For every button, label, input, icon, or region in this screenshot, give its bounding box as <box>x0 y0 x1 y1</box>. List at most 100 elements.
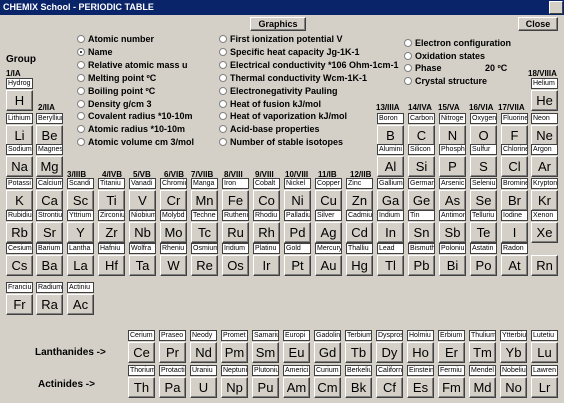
element-cell-pb[interactable]: Bismuth Pb <box>408 243 435 277</box>
element-cell-n[interactable]: Nitroge N <box>439 113 466 147</box>
element-symbol-button[interactable]: Cf <box>376 377 403 398</box>
close-button[interactable]: Close <box>518 17 558 31</box>
radio-icon[interactable] <box>219 125 227 134</box>
element-cell-pa[interactable]: Protacti Pa <box>159 365 186 399</box>
element-cell-es[interactable]: Einstein Es <box>407 365 434 399</box>
element-cell-os[interactable]: Iridium Os <box>222 243 249 277</box>
element-symbol-button[interactable]: Ac <box>67 294 94 315</box>
element-cell-cf[interactable]: Californ Cf <box>376 365 403 399</box>
element-symbol-button[interactable]: Cr <box>160 190 187 211</box>
element-cell-kr[interactable]: Krypton Kr <box>531 178 558 212</box>
element-symbol-button[interactable]: N <box>439 125 466 146</box>
element-cell-xe[interactable]: Xenon Xe <box>531 210 558 244</box>
element-cell-f[interactable]: Fluorine F <box>501 113 528 147</box>
element-symbol-button[interactable]: Ta <box>129 255 156 276</box>
element-symbol-button[interactable]: Gd <box>314 342 341 363</box>
element-cell-bk[interactable]: Berkeliu Bk <box>345 365 372 399</box>
radio-icon[interactable] <box>219 73 227 82</box>
element-cell-bi[interactable]: Poloniu Bi <box>439 243 466 277</box>
element-cell-in[interactable]: Indium In <box>377 210 404 244</box>
element-cell-pr[interactable]: Praseo Pr <box>159 330 186 364</box>
element-symbol-button[interactable]: Xe <box>531 222 558 243</box>
element-cell-ba[interactable]: Barium Ba <box>36 243 63 277</box>
element-cell-cs[interactable]: Cesium Cs <box>6 243 33 277</box>
element-cell-w[interactable]: Rheniu W <box>160 243 187 277</box>
element-symbol-button[interactable]: C <box>408 125 435 146</box>
element-symbol-button[interactable]: He <box>531 90 558 111</box>
radio-icon[interactable] <box>77 86 85 95</box>
radio-icon[interactable] <box>404 39 412 47</box>
element-symbol-button[interactable]: Rh <box>253 222 280 243</box>
element-symbol-button[interactable]: No <box>500 377 527 398</box>
element-symbol-button[interactable]: Nb <box>129 222 156 243</box>
element-symbol-button[interactable]: Ag <box>315 222 342 243</box>
element-symbol-button[interactable]: Ba <box>36 255 63 276</box>
element-cell-ni[interactable]: Nickel Ni <box>284 178 311 212</box>
element-symbol-button[interactable]: Se <box>470 190 497 211</box>
element-symbol-button[interactable]: P <box>439 156 466 177</box>
element-cell-ho[interactable]: Holmiu Ho <box>407 330 434 364</box>
element-cell-ge[interactable]: Germani Ge <box>408 178 435 212</box>
element-cell-po[interactable]: Astatin Po <box>470 243 497 277</box>
element-symbol-button[interactable]: Pu <box>252 377 279 398</box>
radio-icon[interactable] <box>219 99 227 108</box>
element-symbol-button[interactable]: H <box>6 90 33 111</box>
element-symbol-button[interactable]: Po <box>470 255 497 276</box>
element-symbol-button[interactable]: Li <box>6 125 33 146</box>
mid_options-option-5[interactable]: Heat of fusion kJ/mol <box>219 99 321 109</box>
element-cell-ac[interactable]: Actiniu Ac <box>67 282 94 316</box>
element-cell-md[interactable]: Mendel Md <box>469 365 496 399</box>
left_options-option-0[interactable]: Atomic number <box>77 34 154 44</box>
element-cell-h[interactable]: Hydrog H <box>6 78 33 112</box>
element-cell-dy[interactable]: Dyspros Dy <box>376 330 403 364</box>
element-symbol-button[interactable]: Ru <box>222 222 249 243</box>
element-cell-ca[interactable]: Calcium Ca <box>36 178 63 212</box>
element-cell-zr[interactable]: Zirconiu Zr <box>98 210 125 244</box>
element-symbol-button[interactable]: Sc <box>67 190 94 211</box>
element-cell-sr[interactable]: Strontiu Sr <box>36 210 63 244</box>
element-cell-ce[interactable]: Cerium Ce <box>128 330 155 364</box>
element-symbol-button[interactable]: W <box>160 255 187 276</box>
element-symbol-button[interactable]: Am <box>283 377 310 398</box>
element-cell-se[interactable]: Seleniu Se <box>470 178 497 212</box>
element-cell-tm[interactable]: Thulium Tm <box>469 330 496 364</box>
left_options-option-4[interactable]: Boiling point ºC <box>77 86 155 96</box>
element-symbol-button[interactable]: Ge <box>408 190 435 211</box>
element-cell-u[interactable]: Uraniu U <box>190 365 217 399</box>
element-symbol-button[interactable]: Ni <box>284 190 311 211</box>
element-cell-pt[interactable]: Gold Pt <box>284 243 311 277</box>
element-cell-th[interactable]: Thorium Th <box>128 365 155 399</box>
element-symbol-button[interactable]: Dy <box>376 342 403 363</box>
right_options-option-0[interactable]: Electron configuration <box>404 38 511 48</box>
right_options-option-3[interactable]: Crystal structure <box>404 76 487 86</box>
element-symbol-button[interactable]: Pa <box>159 377 186 398</box>
element-symbol-button[interactable]: Co <box>253 190 280 211</box>
element-symbol-button[interactable]: K <box>6 190 33 211</box>
radio-icon[interactable] <box>219 47 227 56</box>
element-symbol-button[interactable]: Cd <box>346 222 373 243</box>
left_options-option-8[interactable]: Atomic volume cm 3/mol <box>77 137 194 147</box>
element-symbol-button[interactable]: Ga <box>377 190 404 211</box>
radio-icon[interactable] <box>77 125 85 134</box>
element-symbol-button[interactable]: Mo <box>160 222 187 243</box>
element-cell-ga[interactable]: Gallium Ga <box>377 178 404 212</box>
element-cell-tb[interactable]: Terbium Tb <box>345 330 372 364</box>
element-cell-b[interactable]: Boron B <box>377 113 404 147</box>
element-cell-rn[interactable]: Rn <box>531 243 558 277</box>
radio-icon[interactable] <box>219 60 227 69</box>
element-symbol-button[interactable]: S <box>470 156 497 177</box>
element-cell-fe[interactable]: Iron Fe <box>222 178 249 212</box>
element-cell-au[interactable]: Mercury Au <box>315 243 342 277</box>
element-symbol-button[interactable]: V <box>129 190 156 211</box>
element-cell-ar[interactable]: Argon Ar <box>531 144 558 178</box>
mid_options-option-0[interactable]: First ionization potential V <box>219 34 343 44</box>
left_options-option-6[interactable]: Covalent radius *10-10m <box>77 111 193 121</box>
radio-icon[interactable] <box>77 73 85 82</box>
element-cell-ta[interactable]: Wolfra Ta <box>129 243 156 277</box>
radio-icon[interactable] <box>77 35 85 43</box>
radio-icon[interactable] <box>404 77 412 86</box>
element-cell-mn[interactable]: Manga Mn <box>191 178 218 212</box>
element-symbol-button[interactable]: Tb <box>345 342 372 363</box>
element-symbol-button[interactable]: Si <box>408 156 435 177</box>
element-cell-pu[interactable]: Plutoniu Pu <box>252 365 279 399</box>
